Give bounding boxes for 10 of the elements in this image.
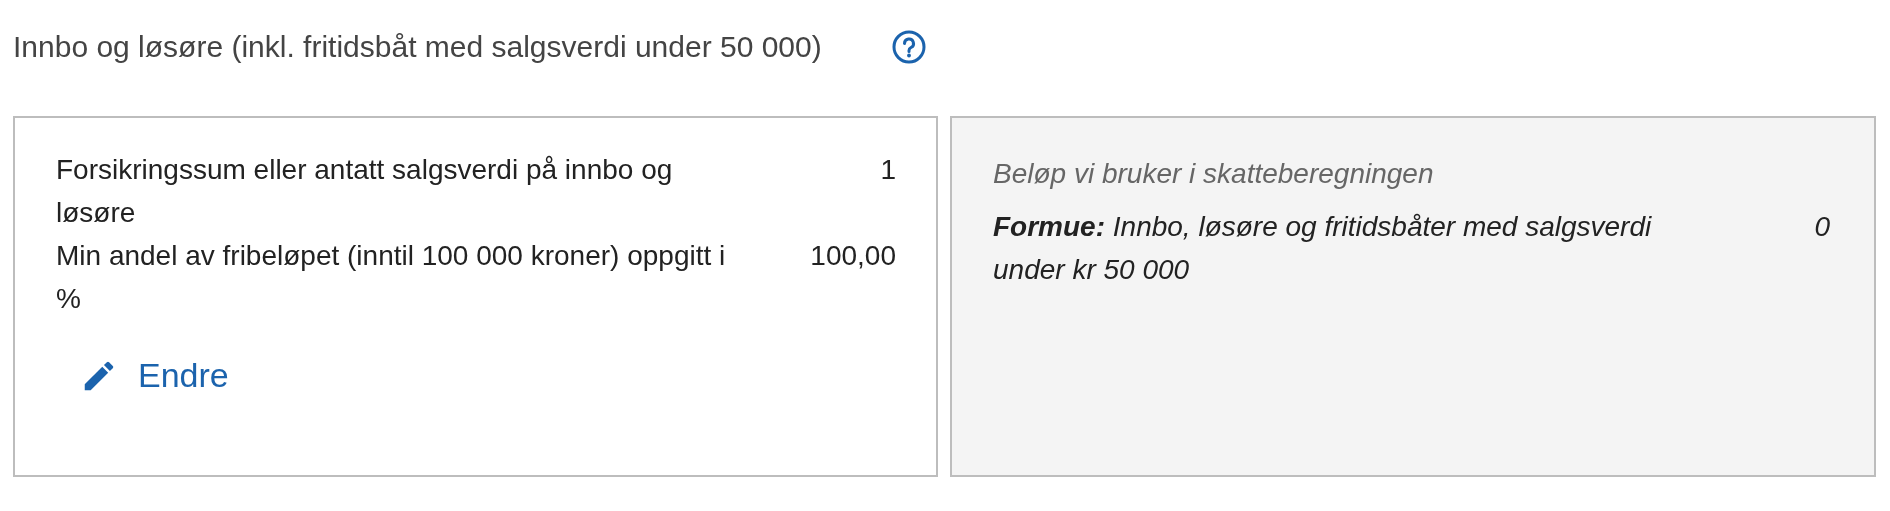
field-value: 1 (880, 153, 896, 187)
field-label: Forsikringssum eller antatt salgsverdi på innbo og løsøre (56, 153, 674, 230)
result-heading: Beløp vi bruker i skatteberegningen (993, 157, 1435, 191)
edit-button[interactable]: Endre (80, 356, 229, 395)
field-label: Min andel av fribeløpet (inntil 100 000 kroner) oppgitt i % (56, 239, 727, 316)
result-value: 0 (1814, 210, 1830, 244)
result-label: Formue: Innbo, løsøre og fritidsbåter med salgsverdi under kr 50 000 (993, 210, 1653, 287)
help-icon[interactable] (891, 30, 926, 64)
section-title: Innbo og løsøre (inkl. fritidsbåt med salgsverdi under 50 000) (13, 30, 822, 64)
field-value: 100,00 (810, 239, 896, 273)
